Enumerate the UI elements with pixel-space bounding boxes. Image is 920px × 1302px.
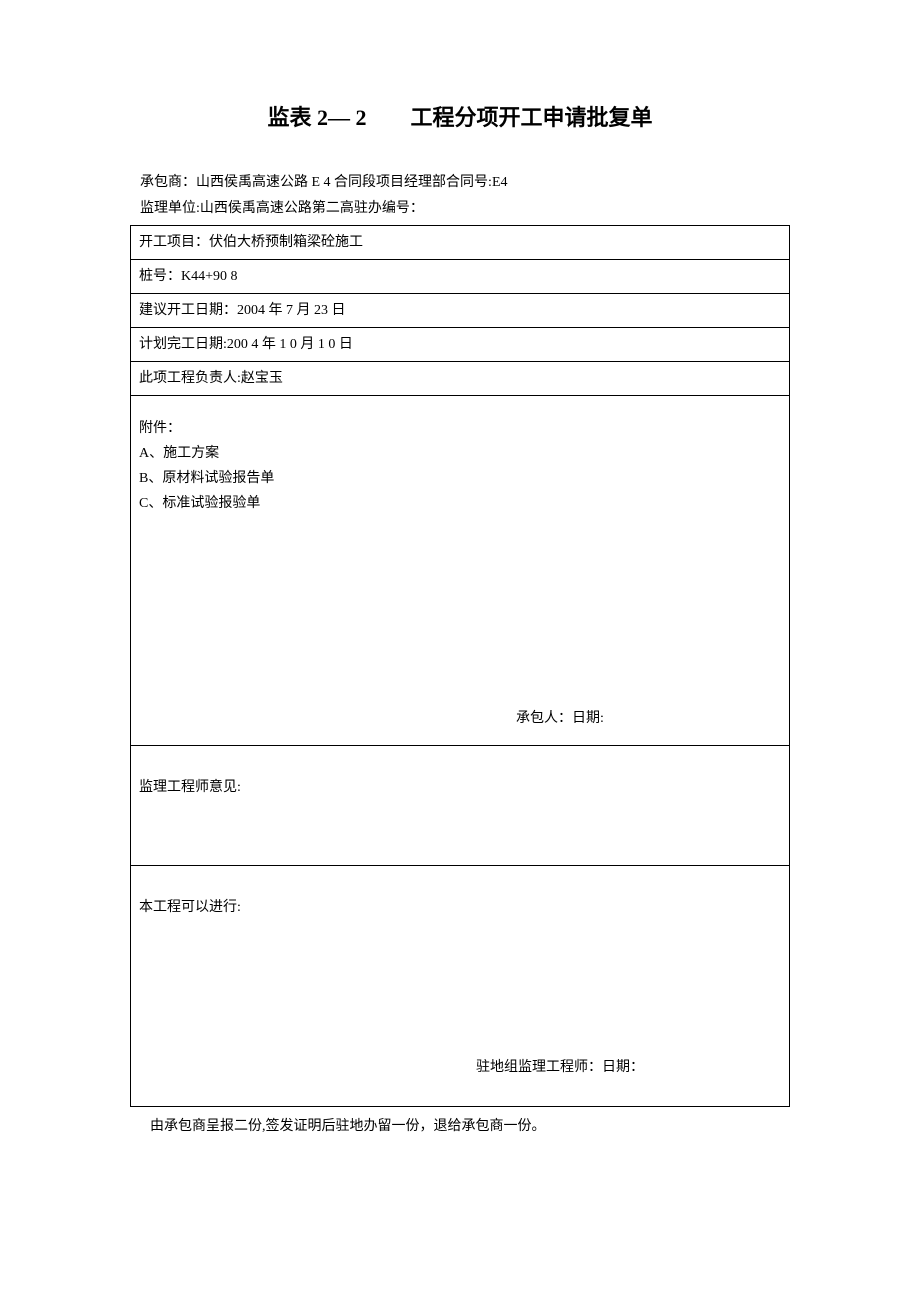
attachments-label: 附件： [139, 416, 781, 441]
row-project: 开工项目：伏伯大桥预制箱梁砼施工 [131, 226, 789, 260]
engineer-signature-line: 驻地组监理工程师：日期： [139, 1056, 781, 1076]
form-table: 开工项目：伏伯大桥预制箱梁砼施工 桩号：K44+90 8 建议开工日期：2004… [130, 225, 790, 1107]
proceed-label: 本工程可以进行: [139, 896, 781, 916]
supervisor-header: 监理单位:山西侯禹高速公路第二高驻办编号： [130, 198, 790, 220]
row-suggested-start: 建议开工日期：2004 年 7 月 23 日 [131, 294, 789, 328]
attachment-item-a: A、施工方案 [139, 441, 781, 466]
contractor-header: 承包商：山西侯禹高速公路 E 4 合同段项目经理部合同号:E4 [130, 172, 790, 194]
form-title: 监表 2— 2 工程分项开工申请批复单 [130, 100, 790, 132]
attachment-item-b: B、原材料试验报告单 [139, 466, 781, 491]
row-planned-end: 计划完工日期:200 4 年 1 0 月 1 0 日 [131, 328, 789, 362]
supervisor-opinion-section: 监理工程师意见: [131, 746, 789, 866]
supervisor-opinion-label: 监理工程师意见: [139, 776, 781, 796]
proceed-section: 本工程可以进行: 驻地组监理工程师：日期： [131, 866, 789, 1106]
footer-note: 由承包商呈报二份,签发证明后驻地办留一份，退给承包商一份。 [130, 1107, 790, 1135]
attachment-item-c: C、标准试验报验单 [139, 491, 781, 516]
contractor-signature-line: 承包人：日期: [139, 707, 781, 727]
attachments-section: 附件： A、施工方案 B、原材料试验报告单 C、标准试验报验单 承包人：日期: [131, 396, 789, 746]
row-responsible: 此项工程负责人:赵宝玉 [131, 362, 789, 396]
row-pile-no: 桩号：K44+90 8 [131, 260, 789, 294]
attachments-list: 附件： A、施工方案 B、原材料试验报告单 C、标准试验报验单 [139, 416, 781, 517]
